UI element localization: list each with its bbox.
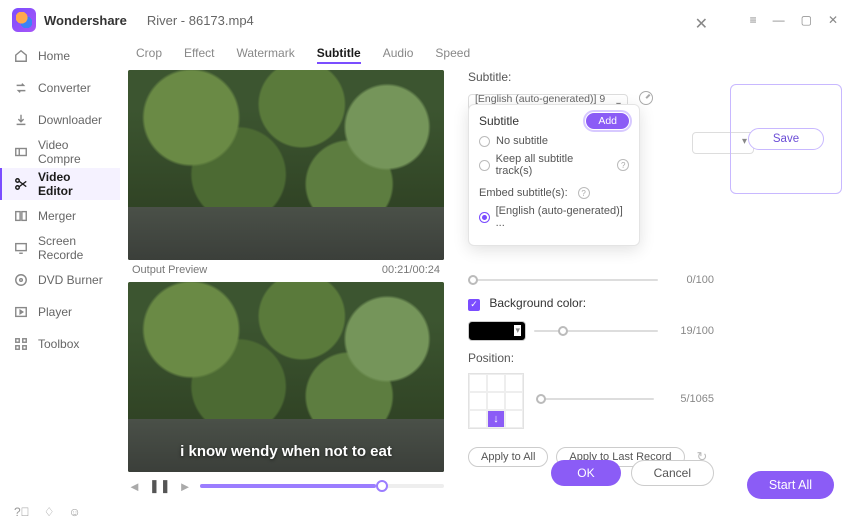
tab-crop[interactable]: Crop bbox=[136, 44, 162, 64]
tab-audio[interactable]: Audio bbox=[383, 44, 414, 64]
close-icon[interactable]: ✕ bbox=[695, 14, 708, 34]
add-subtitle-button[interactable]: Add bbox=[586, 113, 629, 129]
radio-embed-english[interactable]: [English (auto-generated)] ... bbox=[479, 205, 629, 229]
merge-icon bbox=[14, 209, 28, 223]
preview-time: 00:21/00:24 bbox=[382, 264, 440, 276]
scissors-icon bbox=[14, 177, 28, 191]
subtitle-label: Subtitle: bbox=[468, 70, 714, 84]
compress-icon bbox=[14, 145, 28, 159]
help-icon[interactable]: ?⃝ bbox=[14, 505, 30, 519]
embed-label: Embed subtitle(s):? bbox=[479, 187, 629, 199]
play-icon bbox=[14, 305, 28, 319]
converter-icon bbox=[14, 81, 28, 95]
ok-button[interactable]: OK bbox=[551, 460, 620, 486]
download-icon bbox=[14, 113, 28, 127]
sidebar-item-player[interactable]: Player bbox=[0, 296, 120, 328]
minimize-icon[interactable]: ― bbox=[773, 13, 785, 27]
sidebar-item-dvd-burner[interactable]: DVD Burner bbox=[0, 264, 120, 296]
maximize-icon[interactable]: ▢ bbox=[801, 13, 812, 27]
sidebar-item-compressor[interactable]: Video Compre bbox=[0, 136, 120, 168]
sidebar-item-merger[interactable]: Merger bbox=[0, 200, 120, 232]
bg-color-checkbox[interactable]: ✓ bbox=[468, 299, 480, 311]
home-icon bbox=[14, 49, 28, 63]
sidebar-item-converter[interactable]: Converter bbox=[0, 72, 120, 104]
cancel-button[interactable]: Cancel bbox=[631, 460, 714, 486]
apply-to-all-button[interactable]: Apply to All bbox=[468, 447, 548, 467]
editor-tabs: Crop Effect Watermark Subtitle Audio Spe… bbox=[128, 40, 714, 70]
opacity-slider-1[interactable] bbox=[468, 279, 658, 281]
sidebar-item-toolbox[interactable]: Toolbox bbox=[0, 328, 120, 360]
disc-icon bbox=[14, 273, 28, 287]
sidebar-item-video-editor[interactable]: Video Editor bbox=[0, 168, 120, 200]
position-label: Position: bbox=[468, 351, 714, 365]
subtitle-popup: Subtitle Add No subtitle Keep all subtit… bbox=[468, 104, 640, 246]
bg-color-label: Background color: bbox=[489, 296, 586, 310]
hamburger-icon[interactable]: ≡ bbox=[750, 13, 757, 27]
preview-original bbox=[128, 70, 444, 260]
tab-effect[interactable]: Effect bbox=[184, 44, 214, 64]
bg-color-swatch[interactable] bbox=[468, 321, 526, 341]
playback-slider[interactable] bbox=[200, 484, 444, 488]
sidebar: Home Converter Downloader Video Compre V… bbox=[0, 40, 120, 529]
slider-value-1: 0/100 bbox=[666, 274, 714, 286]
help-tooltip-icon-2[interactable]: ? bbox=[578, 187, 590, 199]
position-slider[interactable] bbox=[536, 398, 654, 400]
bg-opacity-slider[interactable] bbox=[534, 330, 658, 332]
sidebar-item-downloader[interactable]: Downloader bbox=[0, 104, 120, 136]
prev-button[interactable]: ◄ bbox=[128, 479, 141, 494]
search-subtitle-icon[interactable] bbox=[639, 91, 653, 105]
position-grid[interactable]: ↓ bbox=[468, 373, 524, 429]
tab-subtitle[interactable]: Subtitle bbox=[317, 44, 361, 64]
user-icon[interactable]: ☺ bbox=[68, 505, 80, 519]
bg-slider-value: 19/100 bbox=[666, 325, 714, 337]
bell-icon[interactable]: ♢ bbox=[44, 505, 55, 519]
sidebar-item-home[interactable]: Home bbox=[0, 40, 120, 72]
output-preview-label: Output Preview bbox=[132, 264, 207, 276]
radio-no-subtitle[interactable]: No subtitle bbox=[479, 135, 629, 147]
tab-speed[interactable]: Speed bbox=[435, 44, 470, 64]
start-all-button[interactable]: Start All bbox=[747, 471, 834, 499]
next-button[interactable]: ► bbox=[179, 479, 192, 494]
sidebar-item-screen-recorder[interactable]: Screen Recorde bbox=[0, 232, 120, 264]
brand-name: Wondershare bbox=[44, 13, 127, 28]
app-logo bbox=[12, 8, 36, 32]
file-title: River - 86173.mp4 bbox=[147, 13, 254, 28]
right-panel: Save Start All bbox=[722, 40, 850, 529]
help-tooltip-icon[interactable]: ? bbox=[617, 159, 629, 171]
preview-output: i know wendy when not to eat bbox=[128, 282, 444, 472]
subtitle-overlay: i know wendy when not to eat bbox=[128, 443, 444, 460]
position-slider-value: 5/1065 bbox=[666, 393, 714, 405]
save-button[interactable]: Save bbox=[748, 128, 824, 150]
arrow-down-icon: ↓ bbox=[487, 410, 505, 428]
radio-keep-all[interactable]: Keep all subtitle track(s)? bbox=[479, 153, 629, 177]
screen-icon bbox=[14, 241, 28, 255]
grid-icon bbox=[14, 337, 28, 351]
pause-button[interactable]: ❚❚ bbox=[149, 478, 171, 494]
window-close-icon[interactable]: ✕ bbox=[828, 13, 838, 27]
popup-title: Subtitle bbox=[479, 114, 519, 128]
tab-watermark[interactable]: Watermark bbox=[236, 44, 294, 64]
